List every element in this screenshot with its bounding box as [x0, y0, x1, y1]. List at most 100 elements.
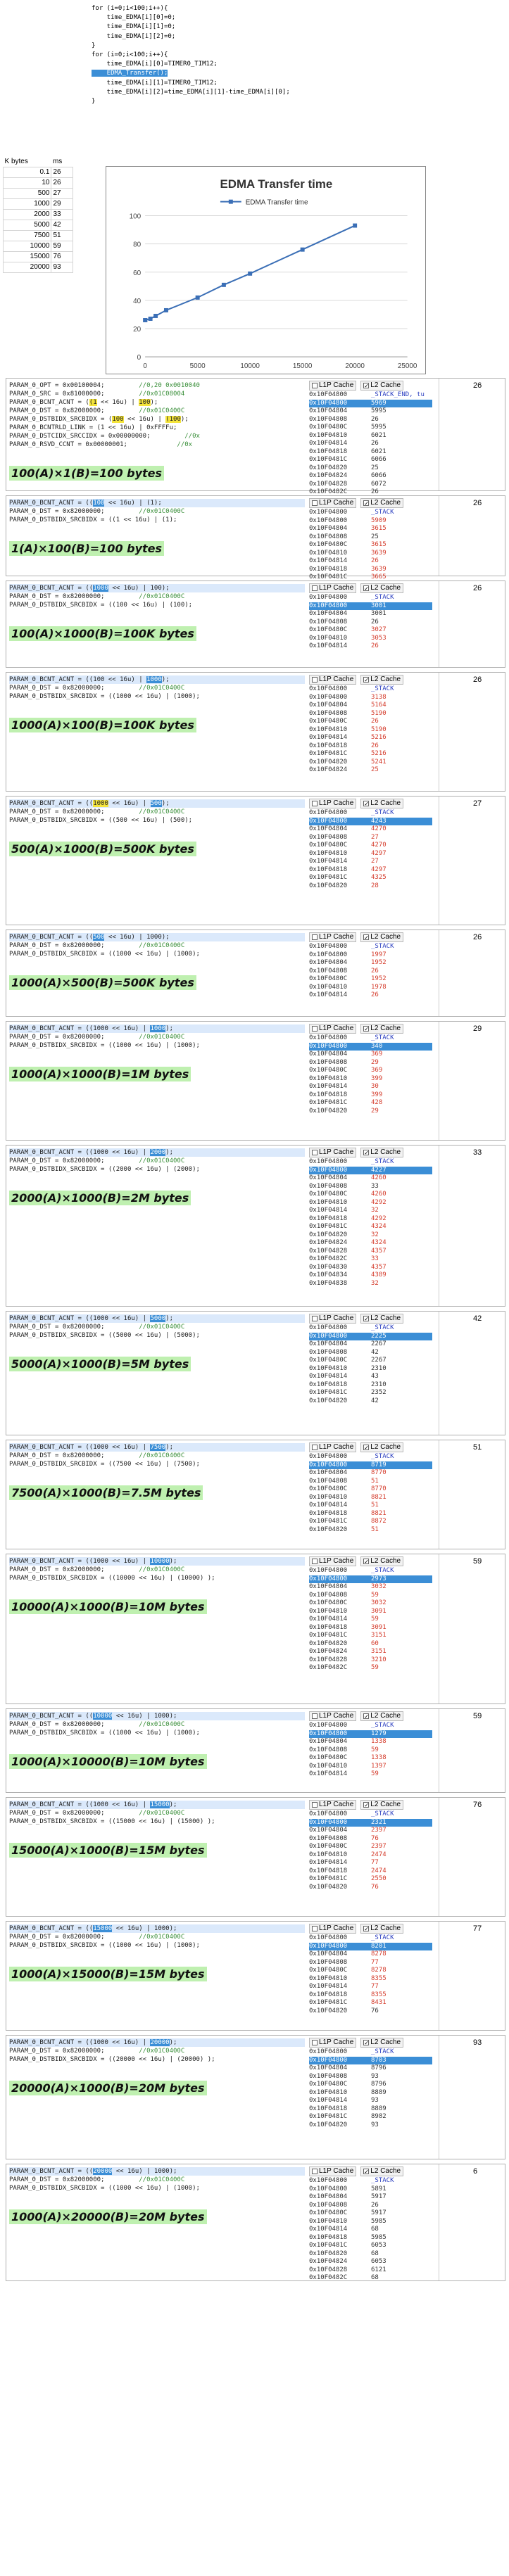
memory-row[interactable]: 0x10F04820 32	[309, 1231, 432, 1240]
memory-row[interactable]: 0x10F04818 26	[309, 742, 432, 751]
excel-cell-ms[interactable]: 59	[51, 240, 73, 252]
l1p-cache-checkbox[interactable]: L1P Cache	[309, 1556, 357, 1566]
memory-row[interactable]: 0x10F04814 26	[309, 440, 432, 448]
memory-row[interactable]: 0x10F04800 _STACK	[309, 685, 432, 694]
memory-row[interactable]: 0x10F04804 2397	[309, 1827, 432, 1835]
memory-row[interactable]: 0x10F04810 4292	[309, 1199, 432, 1207]
l2-cache-checkbox[interactable]: ✓ L2 Cache	[360, 583, 404, 593]
l1p-cache-checkbox[interactable]: L1P Cache	[309, 1800, 357, 1810]
memory-row[interactable]: 0x10F0480C 3032	[309, 1599, 432, 1608]
memory-row[interactable]: 0x10F0480C 369	[309, 1067, 432, 1075]
memory-row[interactable]: 0x10F04808 76	[309, 1835, 432, 1844]
memory-row[interactable]: 0x10F0480C 1338	[309, 1754, 432, 1763]
memory-row[interactable]: 0x10F0481C 8982	[309, 2113, 432, 2121]
memory-row[interactable]: 0x10F04818 6021	[309, 448, 432, 457]
memory-row[interactable]: 0x10F04814 26	[309, 557, 432, 566]
memory-row[interactable]: 0x10F04810 1978	[309, 984, 432, 992]
memory-row[interactable]: 0x10F04810 3639	[309, 550, 432, 558]
memory-row[interactable]: 0x10F0480C 3615	[309, 541, 432, 550]
memory-row[interactable]: 0x10F04808 33	[309, 1183, 432, 1191]
excel-cell-ms[interactable]: 51	[51, 229, 73, 241]
memory-row[interactable]: 0x10F04810 3091	[309, 1608, 432, 1616]
memory-row[interactable]: 0x10F0481C 8431	[309, 1999, 432, 2007]
memory-row[interactable]: 0x10F04810 4297	[309, 850, 432, 858]
memory-row[interactable]: 0x10F0481C 6066	[309, 456, 432, 464]
memory-row[interactable]: 0x10F04800 3138	[309, 694, 432, 702]
memory-row[interactable]: 0x10F04808 59	[309, 1746, 432, 1755]
memory-row[interactable]: 0x10F04810 5985	[309, 2218, 432, 2226]
memory-row[interactable]: 0x10F04818 4292	[309, 1215, 432, 1224]
memory-row[interactable]: 0x10F0481C 2352	[309, 1389, 432, 1397]
memory-row[interactable]: 0x10F04800 2973	[309, 1575, 432, 1583]
l1p-cache-checkbox[interactable]: L1P Cache	[309, 498, 357, 508]
memory-row[interactable]: 0x10F04820 76	[309, 2007, 432, 2016]
memory-row[interactable]: 0x10F04800 _STACK	[309, 594, 432, 602]
excel-cell-ms[interactable]: 76	[51, 250, 73, 262]
memory-row[interactable]: 0x10F04830 4357	[309, 1264, 432, 1272]
memory-row[interactable]: 0x10F0480C 5995	[309, 424, 432, 432]
memory-row[interactable]: 0x10F04820 29	[309, 1108, 432, 1116]
memory-row[interactable]: 0x10F04820 5241	[309, 759, 432, 767]
memory-row[interactable]: 0x10F04800 3001	[309, 602, 432, 610]
memory-row[interactable]: 0x10F04804 5995	[309, 407, 432, 416]
excel-cell-ms[interactable]: 33	[51, 208, 73, 220]
excel-cell-kbytes[interactable]: 5000	[2, 219, 52, 231]
memory-row[interactable]: 0x10F04814 5216	[309, 734, 432, 742]
l1p-cache-checkbox[interactable]: L1P Cache	[309, 381, 357, 391]
memory-row[interactable]: 0x10F04820 60	[309, 1640, 432, 1649]
memory-row[interactable]: 0x10F04804 8796	[309, 2064, 432, 2073]
excel-row[interactable]: 15000 76	[2, 250, 108, 262]
memory-row[interactable]: 0x10F04818 5985	[309, 2234, 432, 2242]
memory-row[interactable]: 0x10F04810 2474	[309, 1851, 432, 1860]
memory-row[interactable]: 0x10F0481C 2550	[309, 1875, 432, 1884]
l2-cache-checkbox[interactable]: ✓ L2 Cache	[360, 381, 404, 391]
memory-row[interactable]: 0x10F04804 1952	[309, 959, 432, 967]
memory-row[interactable]: 0x10F04804 3615	[309, 525, 432, 533]
memory-row[interactable]: 0x10F04814 93	[309, 2097, 432, 2105]
l1p-cache-checkbox[interactable]: L1P Cache	[309, 1924, 357, 1934]
memory-row[interactable]: 0x10F04820 51	[309, 1526, 432, 1535]
memory-row[interactable]: 0x10F04804 4270	[309, 825, 432, 834]
memory-row[interactable]: 0x10F04814 59	[309, 1616, 432, 1624]
memory-row[interactable]: 0x10F04820 42	[309, 1397, 432, 1406]
l1p-cache-checkbox[interactable]: L1P Cache	[309, 675, 357, 685]
memory-row[interactable]: 0x10F04804 369	[309, 1051, 432, 1059]
memory-row[interactable]: 0x10F04804 4260	[309, 1174, 432, 1183]
memory-row[interactable]: 0x10F04800 _STACK	[309, 2048, 432, 2057]
memory-row[interactable]: 0x10F04818 8355	[309, 1991, 432, 2000]
memory-row[interactable]: 0x10F04810 6021	[309, 432, 432, 440]
excel-row[interactable]: 10 26	[2, 177, 108, 189]
memory-row[interactable]: 0x10F04828 4357	[309, 1248, 432, 1256]
memory-row[interactable]: 0x10F04818 8821	[309, 1510, 432, 1518]
memory-row[interactable]: 0x10F0480C 3027	[309, 626, 432, 635]
excel-row[interactable]: 1000 29	[2, 198, 108, 210]
memory-row[interactable]: 0x10F04808 42	[309, 1349, 432, 1357]
memory-row[interactable]: 0x10F04800 _STACK	[309, 1722, 432, 1730]
memory-row[interactable]: 0x10F04808 93	[309, 2073, 432, 2081]
memory-row[interactable]: 0x10F0481C 428	[309, 1099, 432, 1108]
memory-row[interactable]: 0x10F0480C 8278	[309, 1967, 432, 1975]
excel-row[interactable]: 10000 59	[2, 240, 108, 252]
memory-row[interactable]: 0x10F04804 5164	[309, 702, 432, 710]
memory-row[interactable]: 0x10F04808 5190	[309, 710, 432, 718]
memory-row[interactable]: 0x10F04804 8770	[309, 1469, 432, 1478]
l1p-cache-checkbox[interactable]: L1P Cache	[309, 1024, 357, 1034]
memory-row[interactable]: 0x10F04810 8821	[309, 1494, 432, 1502]
memory-row[interactable]: 0x10F04810 5190	[309, 726, 432, 735]
excel-cell-kbytes[interactable]: 10	[2, 177, 52, 189]
memory-row[interactable]: 0x10F0481C 8872	[309, 1518, 432, 1526]
memory-row[interactable]: 0x10F04814 30	[309, 1083, 432, 1091]
memory-row[interactable]: 0x10F04814 68	[309, 2226, 432, 2234]
excel-cell-kbytes[interactable]: 15000	[2, 250, 52, 262]
excel-cell-kbytes[interactable]: 10000	[2, 240, 52, 252]
memory-row[interactable]: 0x10F04818 4297	[309, 866, 432, 875]
excel-cell-ms[interactable]: 29	[51, 198, 73, 210]
memory-row[interactable]: 0x10F0481C 4325	[309, 874, 432, 882]
excel-cell-kbytes[interactable]: 0.1	[2, 166, 52, 178]
memory-row[interactable]: 0x10F04810 8355	[309, 1975, 432, 1984]
memory-row[interactable]: 0x10F04820 68	[309, 2250, 432, 2259]
excel-cell-ms[interactable]: 26	[51, 166, 73, 178]
excel-cell-kbytes[interactable]: 20000	[2, 261, 52, 273]
memory-row[interactable]: 0x10F04814 32	[309, 1207, 432, 1215]
memory-row[interactable]: 0x10F0482C 68	[309, 2274, 432, 2283]
